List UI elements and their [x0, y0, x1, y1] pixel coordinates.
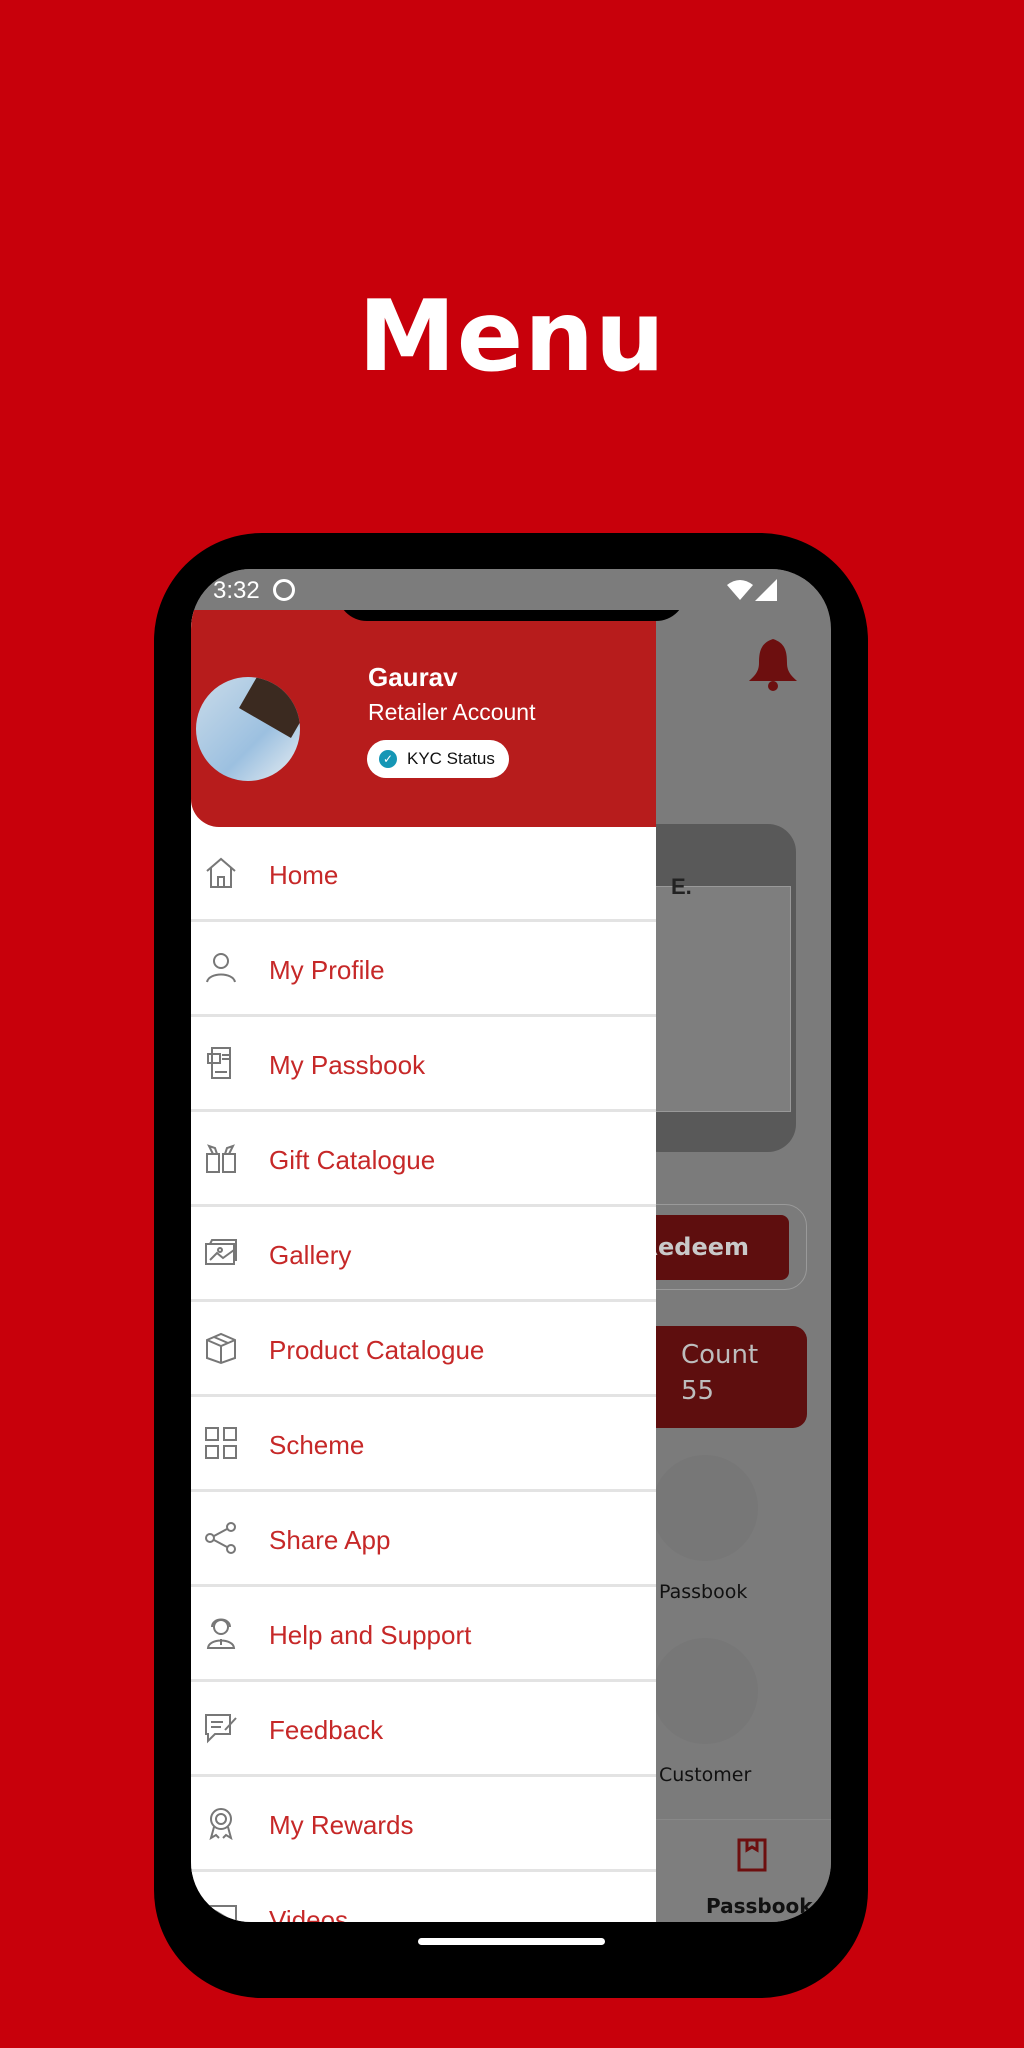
user-name: Gaurav	[368, 662, 458, 692]
page-title: Menu	[358, 280, 666, 394]
box-icon	[206, 1332, 236, 1365]
bottom-nav-passbook[interactable]: Passbook	[706, 1894, 813, 1918]
menu-item-label: Videos	[269, 1905, 349, 1922]
feedback-icon	[205, 1714, 237, 1744]
menu-item-videos[interactable]: Videos	[191, 1872, 656, 1922]
menu-item-help-and-support[interactable]: Help and Support	[191, 1587, 656, 1682]
menu-item-label: My Rewards	[269, 1810, 414, 1840]
account-type: Retailer Account	[368, 699, 536, 725]
user-icon	[206, 953, 236, 983]
scheme-icon	[205, 1427, 237, 1459]
menu-item-label: Help and Support	[269, 1620, 472, 1650]
menu-item-feedback[interactable]: Feedback	[191, 1682, 656, 1777]
support-icon	[206, 1618, 236, 1649]
menu-item-label: Product Catalogue	[269, 1335, 485, 1365]
menu-item-my-rewards[interactable]: My Rewards	[191, 1777, 656, 1872]
status-time: 3:32	[213, 577, 260, 604]
count-label: Count	[681, 1340, 759, 1370]
notification-icon	[273, 579, 295, 601]
menu-item-label: Home	[269, 860, 339, 890]
menu-item-label: Share App	[269, 1525, 391, 1555]
menu-item-my-profile[interactable]: My Profile	[191, 922, 656, 1017]
banner-text: E.	[671, 874, 692, 899]
menu-item-label: Gift Catalogue	[269, 1145, 436, 1175]
menu-item-label: Gallery	[269, 1240, 352, 1270]
menu-item-home[interactable]: Home	[191, 827, 656, 922]
check-icon: ✓	[379, 750, 397, 768]
menu-item-product-catalogue[interactable]: Product Catalogue	[191, 1302, 656, 1397]
drawer-header: Gaurav Retailer Account ✓ KYC Status	[191, 610, 656, 827]
menu-item-scheme[interactable]: Scheme	[191, 1397, 656, 1492]
menu-item-gift-catalogue[interactable]: Gift Catalogue	[191, 1112, 656, 1207]
count-value: 55	[681, 1376, 715, 1406]
kyc-status-badge[interactable]: ✓ KYC Status	[367, 740, 509, 778]
navigation-drawer: Gaurav Retailer Account ✓ KYC Status Hom…	[191, 610, 656, 1922]
quick-link-customer[interactable]: Customer	[659, 1764, 751, 1786]
quick-link-passbook[interactable]: Passbook	[659, 1581, 747, 1603]
avatar[interactable]	[196, 677, 300, 781]
menu-item-label: My Profile	[269, 955, 385, 985]
passbook-icon	[207, 1047, 231, 1079]
menu-item-gallery[interactable]: Gallery	[191, 1207, 656, 1302]
rewards-icon	[209, 1808, 233, 1841]
gift-icon	[206, 1144, 236, 1173]
menu-item-share-app[interactable]: Share App	[191, 1492, 656, 1587]
menu-item-my-passbook[interactable]: My Passbook	[191, 1017, 656, 1112]
kyc-label: KYC Status	[407, 749, 495, 768]
home-indicator[interactable]	[418, 1938, 605, 1945]
video-icon	[205, 1905, 237, 1922]
share-icon	[205, 1522, 236, 1554]
gallery-icon	[205, 1239, 237, 1265]
menu-item-label: Scheme	[269, 1430, 365, 1460]
menu-item-label: My Passbook	[269, 1050, 426, 1080]
bell-icon[interactable]	[747, 637, 799, 693]
passbook-quick-icon[interactable]	[652, 1455, 758, 1561]
signal-icon	[755, 579, 777, 601]
wifi-icon	[727, 580, 753, 600]
status-bar: 3:32	[191, 569, 831, 610]
home-icon	[206, 857, 236, 888]
phone-screen: E. Redeem Count 55 Passbook Customer Pas…	[191, 569, 831, 1922]
customer-quick-icon[interactable]	[652, 1638, 758, 1744]
passbook-nav-icon[interactable]	[737, 1838, 767, 1872]
drawer-menu: Home My Profile My Passbook Gift Catalogue G…	[191, 827, 656, 1922]
menu-item-label: Feedback	[269, 1715, 384, 1745]
